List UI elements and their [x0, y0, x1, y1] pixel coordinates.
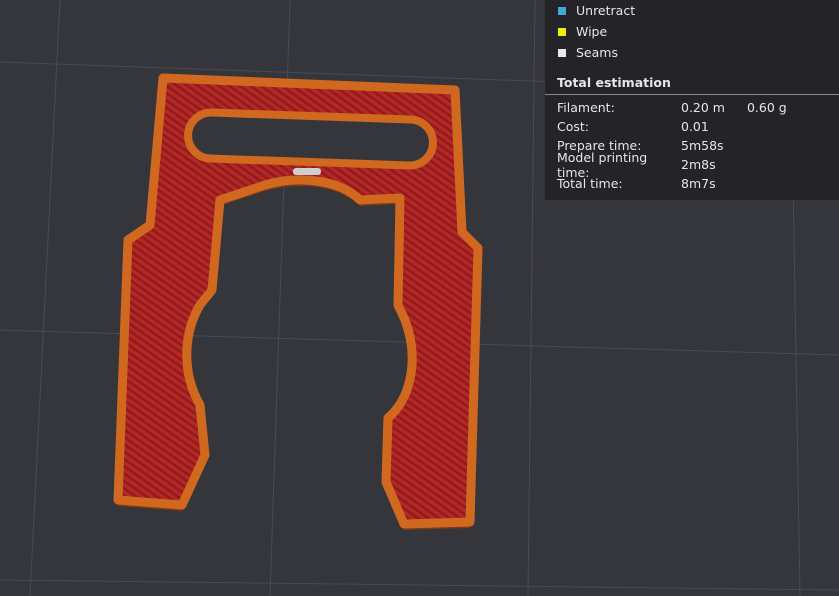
wipe-swatch-icon [558, 27, 566, 36]
unretract-swatch-icon [558, 6, 566, 15]
cost-label: Cost: [557, 119, 590, 134]
cost-value: 0.01 [681, 119, 709, 134]
filament-weight: 0.60 g [746, 100, 787, 115]
legend-estimation-panel: Unretract Wipe Seams Total estimation Fi… [545, 0, 839, 200]
legend-item-wipe: Wipe [545, 21, 839, 42]
seam-marker [293, 168, 321, 175]
filament-length: 0.20 m [681, 100, 725, 115]
legend-item-seams: Seams [545, 42, 839, 63]
prepare-value: 5m58s [681, 138, 724, 153]
divider [545, 94, 839, 95]
total-time-label: Total time: [557, 176, 623, 191]
filament-label: Filament: [557, 100, 615, 115]
legend-label: Unretract [576, 3, 636, 18]
model-time-label: Model printing time: [557, 149, 648, 180]
sliced-model[interactable] [113, 73, 483, 530]
filament-row: Filament: 0.20 m 0.60 g [545, 98, 839, 117]
model-time-value: 2m8s [681, 157, 716, 172]
seams-swatch-icon [558, 48, 566, 57]
legend-item-unretract: Unretract [545, 0, 839, 21]
estimation-title: Total estimation [557, 75, 671, 90]
legend-label: Wipe [576, 24, 608, 39]
total-time-row: Total time: 8m7s [545, 174, 839, 193]
legend-label: Seams [576, 45, 618, 60]
model-time-row: Model printing time: 2m8s [545, 150, 839, 180]
total-time-value: 8m7s [681, 176, 716, 191]
inner-slot [184, 108, 437, 170]
cost-row: Cost: 0.01 [545, 117, 839, 136]
